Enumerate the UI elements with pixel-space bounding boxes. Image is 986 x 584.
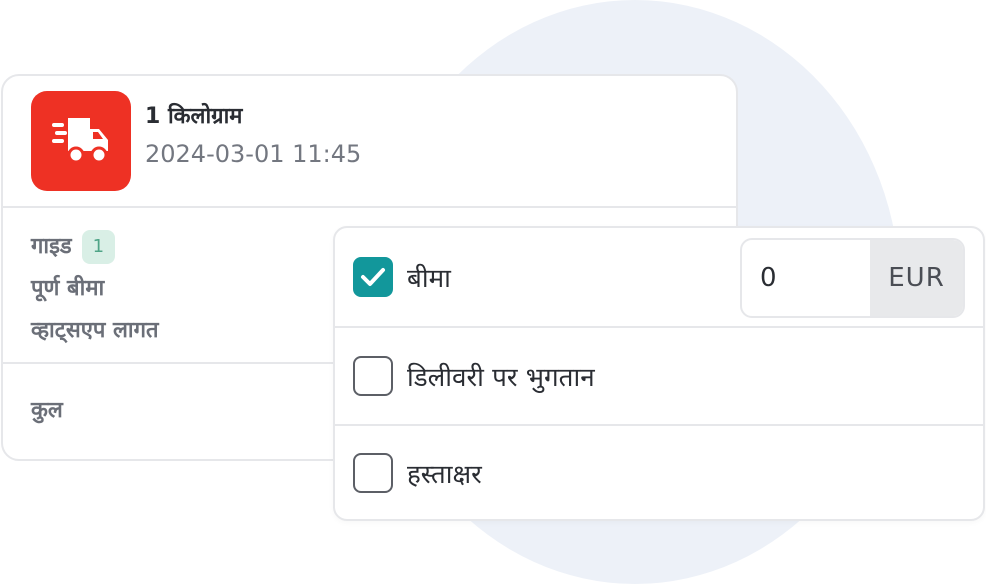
guide-count-badge: 1	[81, 230, 116, 264]
insurance-amount-input[interactable]: 0	[742, 240, 870, 316]
whatsapp-cost-label: व्हाट्सएप लागत	[31, 318, 159, 343]
option-insurance[interactable]: बीमा 0 EUR	[335, 228, 983, 328]
insurance-label: बीमा	[407, 264, 451, 294]
option-cash-on-delivery[interactable]: डिलीवरी पर भुगतान	[335, 328, 983, 426]
shipment-weight: 1 किलोग्राम	[145, 104, 243, 129]
cost-lines: गाइड 1 पूर्ण बीमा व्हाट्सएप लागत	[31, 226, 159, 352]
signature-label: हस्ताक्षर	[407, 460, 482, 490]
insurance-amount-field[interactable]: 0 EUR	[740, 238, 965, 318]
total-label: कुल	[31, 398, 63, 423]
shipment-header: 1 किलोग्राम 2024-03-01 11:45	[3, 76, 736, 208]
cash-on-delivery-checkbox[interactable]	[353, 356, 393, 396]
checkmark-icon	[361, 268, 385, 286]
currency-label: EUR	[870, 240, 963, 316]
shipment-datetime: 2024-03-01 11:45	[145, 140, 362, 168]
cash-on-delivery-label: डिलीवरी पर भुगतान	[407, 363, 595, 393]
guide-label: गाइड	[31, 234, 72, 259]
full-insurance-line: पूर्ण बीमा	[31, 268, 159, 310]
full-insurance-label: पूर्ण बीमा	[31, 276, 105, 301]
delivery-truck-icon	[31, 91, 131, 191]
guide-line: गाइड 1	[31, 226, 159, 268]
signature-checkbox[interactable]	[353, 453, 393, 493]
options-panel: बीमा 0 EUR डिलीवरी पर भुगतान हस्ताक्षर	[333, 226, 985, 521]
option-signature[interactable]: हस्ताक्षर	[335, 426, 983, 520]
whatsapp-cost-line: व्हाट्सएप लागत	[31, 310, 159, 352]
insurance-checkbox[interactable]	[353, 257, 393, 297]
